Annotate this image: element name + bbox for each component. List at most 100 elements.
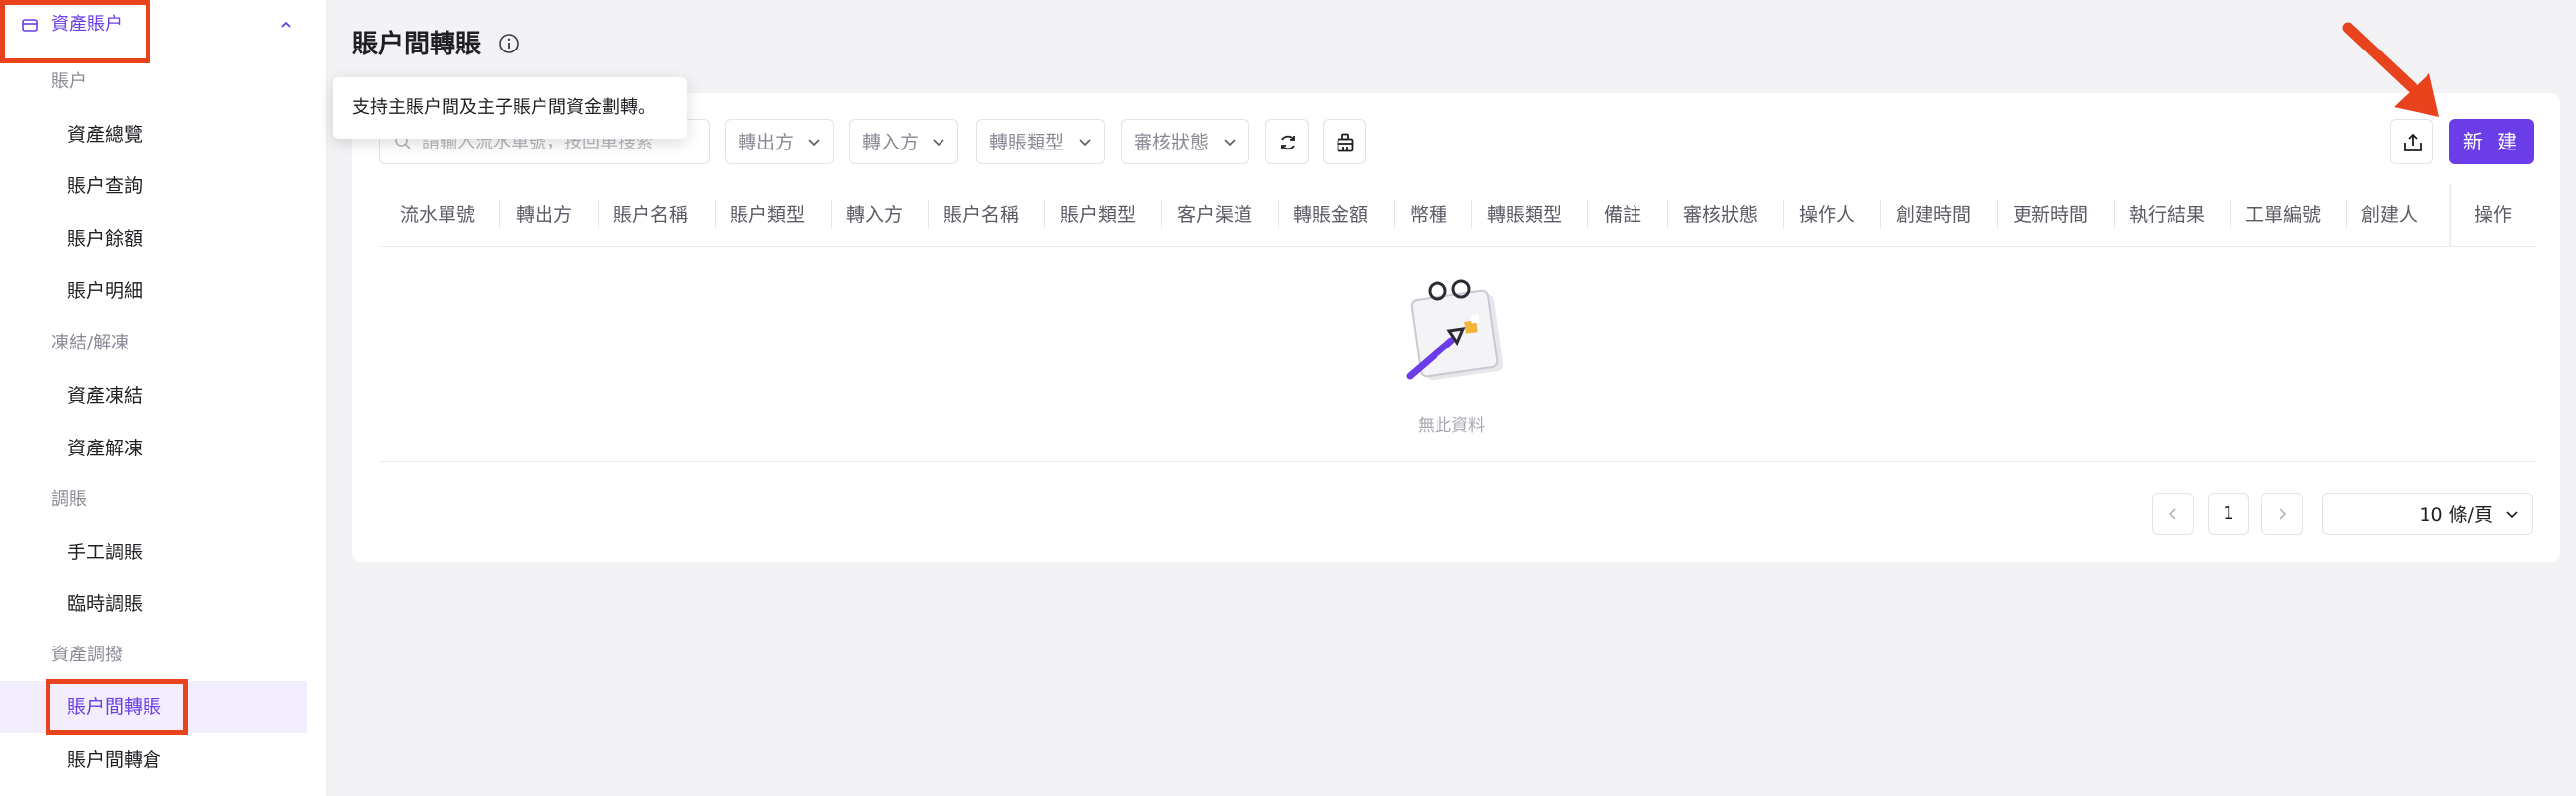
- highlight-box-section: [0, 0, 150, 63]
- info-icon[interactable]: [498, 33, 520, 54]
- highlight-box-active-item: [46, 679, 188, 735]
- column-header-customer-channel[interactable]: 客户渠道: [1177, 184, 1252, 246]
- sidebar-item-account-query[interactable]: 賬户查詢: [0, 160, 307, 212]
- page-number-current[interactable]: 1: [2208, 493, 2249, 535]
- column-divider: [1394, 200, 1395, 228]
- column-header-remark[interactable]: 備註: [1604, 184, 1641, 246]
- sidebar-group-adjust: 調賬: [51, 489, 87, 510]
- column-divider: [831, 200, 832, 228]
- page-size-select[interactable]: 10 條/頁: [2322, 493, 2533, 535]
- filter-to-select[interactable]: 轉入方: [849, 119, 958, 164]
- filter-review-status-select[interactable]: 審核狀態: [1121, 119, 1249, 164]
- filter-label: 轉賬類型: [989, 132, 1065, 153]
- sidebar-item-label: 手工調賬: [67, 542, 144, 563]
- column-divider: [1587, 200, 1588, 228]
- sidebar-item-label: 賬户明細: [67, 280, 144, 302]
- sidebar-item-asset-freeze[interactable]: 資產凍結: [0, 370, 307, 422]
- empty-state-illustration: [1406, 279, 1504, 381]
- chevron-down-icon: [1079, 139, 1091, 147]
- column-divider: [1471, 200, 1472, 228]
- prev-page-button[interactable]: [2152, 493, 2194, 535]
- sidebar-item-label: 賬户間轉倉: [67, 749, 162, 771]
- filter-label: 轉出方: [738, 132, 795, 153]
- sidebar-group-freeze: 凍結/解凍: [51, 333, 130, 353]
- column-header-transfer-type[interactable]: 轉賬類型: [1487, 184, 1562, 246]
- column-header-result[interactable]: 執行結果: [2130, 184, 2205, 246]
- next-page-button[interactable]: [2261, 493, 2303, 535]
- column-header-from-account-name[interactable]: 賬户名稱: [613, 184, 688, 246]
- new-button[interactable]: 新 建: [2449, 119, 2534, 164]
- sidebar-item-manual-adjust[interactable]: 手工調賬: [0, 527, 307, 578]
- sidebar-item-asset-unfreeze[interactable]: 資產解凍: [0, 423, 307, 474]
- column-divider: [1667, 200, 1668, 228]
- info-tooltip: 支持主賬户間及主子賬户間資金劃轉。: [333, 77, 687, 139]
- sidebar-item-label: 賬户餘額: [67, 228, 144, 249]
- column-header-actions[interactable]: 操作: [2474, 184, 2512, 246]
- column-header-review-status[interactable]: 審核狀態: [1683, 184, 1758, 246]
- column-divider: [2230, 200, 2231, 228]
- filter-label: 轉入方: [862, 132, 920, 153]
- column-divider: [715, 200, 716, 228]
- column-header-creator[interactable]: 創建人: [2361, 184, 2418, 246]
- column-header-to[interactable]: 轉入方: [846, 184, 903, 246]
- column-divider: [2346, 200, 2347, 228]
- column-header-from[interactable]: 轉出方: [516, 184, 572, 246]
- export-button[interactable]: [2390, 119, 2433, 164]
- filter-from-select[interactable]: 轉出方: [725, 119, 834, 164]
- sidebar: 資產賬户 賬户 資產總覽 賬户查詢 賬户餘額 賬户明細 凍結/解凍 資產凍結 資…: [0, 0, 327, 796]
- arrow-annotation-icon: [2342, 22, 2439, 117]
- table-header-divider: [379, 246, 2537, 247]
- column-divider: [928, 200, 929, 228]
- sidebar-item-label: 臨時調賬: [67, 593, 144, 615]
- column-header-operator[interactable]: 操作人: [1799, 184, 1855, 246]
- sidebar-group-allocate: 資產調撥: [51, 645, 123, 665]
- sidebar-item-temp-adjust[interactable]: 臨時調賬: [0, 578, 307, 630]
- filter-transfer-type-select[interactable]: 轉賬類型: [976, 119, 1105, 164]
- column-header-amount[interactable]: 轉賬金額: [1293, 184, 1368, 246]
- page-title: 賬户間轉賬: [352, 30, 482, 59]
- chevron-down-icon: [808, 139, 820, 147]
- column-header-updated-time[interactable]: 更新時間: [2013, 184, 2088, 246]
- tooltip-text: 支持主賬户間及主子賬户間資金劃轉。: [352, 97, 655, 118]
- column-divider: [2114, 200, 2115, 228]
- column-divider: [1278, 200, 1279, 228]
- sidebar-item-label: 賬户查詢: [67, 175, 144, 197]
- sidebar-item-account-balance[interactable]: 賬户餘額: [0, 213, 307, 264]
- export-icon: [2404, 133, 2422, 151]
- table-body-divider: [379, 461, 2537, 462]
- column-header-ticket-no[interactable]: 工單編號: [2245, 184, 2321, 246]
- sidebar-item-asset-overview[interactable]: 資產總覽: [0, 109, 307, 160]
- column-divider: [1997, 200, 1998, 228]
- filter-label: 審核狀態: [1134, 132, 1210, 153]
- sidebar-item-label: 資產總覽: [67, 124, 144, 146]
- chevron-left-icon: [2168, 508, 2176, 520]
- column-header-serial-no[interactable]: 流水單號: [400, 184, 475, 246]
- sidebar-item-label: 資產解凍: [67, 438, 144, 459]
- column-divider: [1880, 200, 1881, 228]
- page-size-value: 10 條/頁: [2419, 504, 2493, 526]
- chevron-down-icon: [1224, 139, 1236, 147]
- column-divider: [499, 200, 500, 228]
- refresh-icon: [1281, 135, 1295, 150]
- broom-icon: [1337, 133, 1354, 152]
- column-divider: [598, 200, 599, 228]
- column-header-to-account-name[interactable]: 賬户名稱: [943, 184, 1019, 246]
- column-header-from-account-type[interactable]: 賬户類型: [730, 184, 805, 246]
- sidebar-group-accounts: 賬户: [51, 71, 87, 92]
- empty-state-text: 無此資料: [1418, 416, 1485, 436]
- sidebar-item-label: 資產凍結: [67, 385, 144, 407]
- chevron-down-icon: [933, 139, 944, 147]
- chevron-right-icon: [2279, 508, 2287, 520]
- column-header-currency[interactable]: 幣種: [1410, 184, 1447, 246]
- chevron-up-icon[interactable]: [279, 18, 293, 32]
- refresh-button[interactable]: [1265, 119, 1309, 164]
- column-divider: [1161, 200, 1162, 228]
- column-divider: [1783, 200, 1784, 228]
- clear-filters-button[interactable]: [1323, 119, 1366, 164]
- column-header-to-account-type[interactable]: 賬户類型: [1060, 184, 1136, 246]
- sidebar-item-account-detail[interactable]: 賬户明細: [0, 265, 307, 317]
- column-divider: [1044, 200, 1045, 228]
- fixed-column-shadow: [2449, 184, 2453, 246]
- sidebar-item-transfer-warehouse[interactable]: 賬户間轉倉: [0, 735, 307, 786]
- column-header-created-time[interactable]: 創建時間: [1896, 184, 1971, 246]
